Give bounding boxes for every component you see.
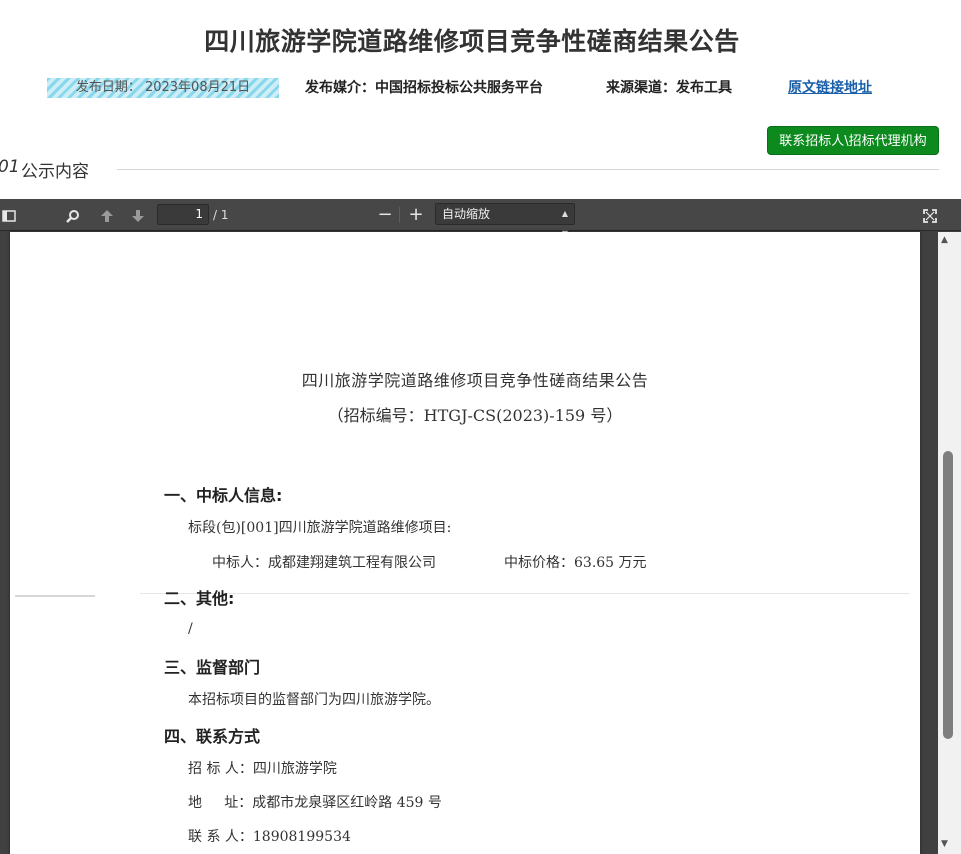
zoom-select-value: 自动缩放 — [442, 207, 491, 221]
fullscreen-icon[interactable] — [919, 199, 941, 231]
scroll-up-icon[interactable]: ▲ — [941, 235, 948, 245]
section-number: 01 — [0, 157, 20, 177]
next-page-icon[interactable] — [128, 199, 148, 231]
previous-page-icon[interactable] — [97, 199, 117, 231]
source-channel: 来源渠道：发布工具 — [606, 80, 732, 96]
contact-tenderer-button[interactable]: 联系招标人\招标代理机构 — [767, 126, 939, 155]
scan-streak — [15, 595, 95, 597]
supervision-text: 本招标项目的监督部门为四川旅游学院。 — [188, 692, 440, 708]
section-heading-other: 二、其他: — [164, 589, 235, 608]
pdf-page: 四川旅游学院道路维修项目竞争性磋商结果公告 （招标编号：HTGJ-CS(2023… — [10, 232, 920, 854]
section-heading-contact: 四、联系方式 — [164, 727, 261, 746]
publish-date: 发布日期： 2023年08月21日 — [47, 78, 279, 98]
section-divider — [117, 169, 939, 170]
winning-price: 中标价格：63.65 万元 — [504, 555, 647, 571]
contact-person: 联 系 人：18908199534 — [188, 829, 351, 845]
page-number-input[interactable]: 1 — [157, 204, 209, 225]
document-subtitle: （招标编号：HTGJ-CS(2023)-159 号） — [327, 406, 623, 425]
section-heading-supervision: 三、监督部门 — [164, 658, 261, 677]
publish-media: 发布媒介：中国招标投标公共服务平台 — [305, 80, 543, 96]
pdf-viewer: 1 / 1 − + 自动缩放 ▲▼ 四川旅游学院道路维修项目竞争性磋商结果公告 … — [0, 199, 961, 854]
zoom-out-icon[interactable]: − — [376, 199, 394, 231]
contact-tenderer: 招 标 人：四川旅游学院 — [188, 761, 337, 777]
winner-name: 中标人：成都建翔建筑工程有限公司 — [212, 555, 436, 571]
pdf-toolbar: 1 / 1 − + 自动缩放 ▲▼ — [0, 199, 961, 238]
search-icon[interactable] — [62, 199, 84, 231]
page-total: / 1 — [213, 208, 229, 222]
toolbar-separator — [399, 207, 400, 223]
scrollbar-thumb[interactable] — [943, 451, 953, 739]
section-heading-winner: 一、中标人信息: — [164, 486, 283, 505]
zoom-select[interactable]: 自动缩放 ▲▼ — [435, 203, 575, 238]
page-title: 四川旅游学院道路维修项目竞争性磋商结果公告 — [204, 27, 740, 56]
section-title: 公示内容 — [21, 162, 89, 182]
other-text: / — [188, 621, 193, 637]
zoom-in-icon[interactable]: + — [406, 199, 426, 231]
contact-address: 地 址：成都市龙泉驿区红岭路 459 号 — [188, 795, 442, 811]
meta-row: 发布日期： 2023年08月21日 发布媒介：中国招标投标公共服务平台 来源渠道… — [0, 78, 961, 100]
document-title: 四川旅游学院道路维修项目竞争性磋商结果公告 — [301, 371, 649, 390]
sidebar-toggle-icon[interactable] — [0, 199, 18, 231]
lot-info: 标段(包)[001]四川旅游学院道路维修项目: — [188, 520, 452, 536]
scan-streak — [140, 593, 910, 594]
scroll-down-icon[interactable]: ▼ — [941, 839, 948, 849]
original-link[interactable]: 原文链接地址 — [788, 78, 872, 98]
